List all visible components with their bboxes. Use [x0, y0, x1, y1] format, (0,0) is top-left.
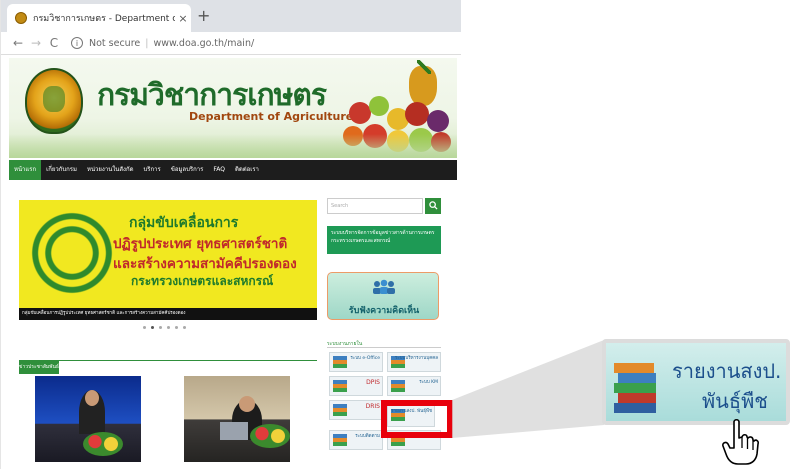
zoom-label-line-1: รายงานสงป. — [672, 359, 782, 383]
books-icon — [614, 363, 656, 413]
hand-pointer-icon — [722, 418, 759, 465]
zoom-label-line-2: พันธุ์พืช — [702, 389, 768, 413]
zoomed-plant-report-tile: รายงานสงป. พันธุ์พืช — [602, 339, 790, 425]
